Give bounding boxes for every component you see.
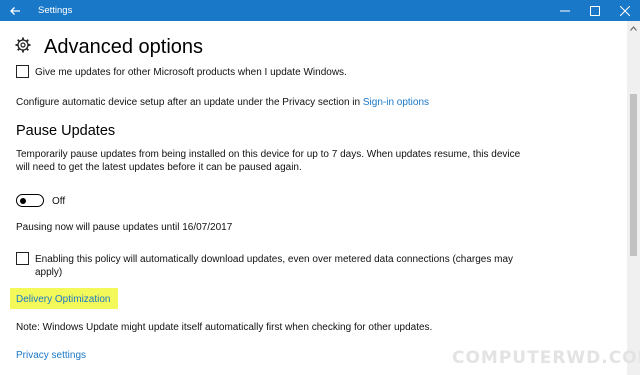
scrollbar-thumb[interactable] [630, 94, 637, 256]
toggle-knob [20, 197, 26, 204]
settings-content: Advanced options Give me updates for oth… [0, 21, 627, 375]
back-arrow-icon [10, 6, 20, 15]
signin-options-link[interactable]: Sign-in options [363, 97, 429, 108]
vertical-scrollbar[interactable] [627, 21, 640, 375]
metered-download-checkbox[interactable] [16, 252, 29, 265]
minimize-icon [560, 10, 570, 11]
update-note: Note: Windows Update might update itself… [16, 322, 433, 333]
other-products-checkbox[interactable] [16, 65, 29, 78]
title-bar: Settings [0, 0, 640, 21]
back-button[interactable] [0, 0, 30, 21]
window-title: Settings [38, 5, 73, 16]
metered-label-line1: Enabling this policy will automatically … [35, 254, 514, 265]
metered-label-line2: apply) [35, 267, 63, 278]
minimize-button[interactable] [550, 0, 580, 21]
other-products-label: Give me updates for other Microsoft prod… [35, 67, 347, 78]
watermark: COMPUTERWD.COM [452, 348, 640, 368]
gear-icon [15, 37, 31, 53]
pause-description-line2: will need to get the latest updates befo… [16, 162, 302, 173]
pause-updates-heading: Pause Updates [16, 123, 116, 139]
toggle-state-label: Off [52, 196, 66, 207]
pause-description-line1: Temporarily pause updates from being ins… [16, 149, 521, 160]
pause-updates-toggle[interactable] [16, 194, 44, 207]
scroll-up-arrow-icon [630, 25, 637, 31]
device-setup-text: Configure automatic device setup after a… [16, 96, 429, 109]
delivery-optimization-link[interactable]: Delivery Optimization [16, 293, 110, 306]
maximize-button[interactable] [580, 0, 610, 21]
close-button[interactable] [610, 0, 640, 21]
pause-until-text: Pausing now will pause updates until 16/… [16, 222, 233, 233]
close-icon [620, 5, 630, 16]
device-setup-description: Configure automatic device setup after a… [16, 97, 361, 108]
page-title: Advanced options [44, 36, 204, 58]
scroll-up-button[interactable] [627, 21, 640, 35]
privacy-settings-link[interactable]: Privacy settings [16, 349, 86, 362]
maximize-icon [590, 5, 600, 16]
